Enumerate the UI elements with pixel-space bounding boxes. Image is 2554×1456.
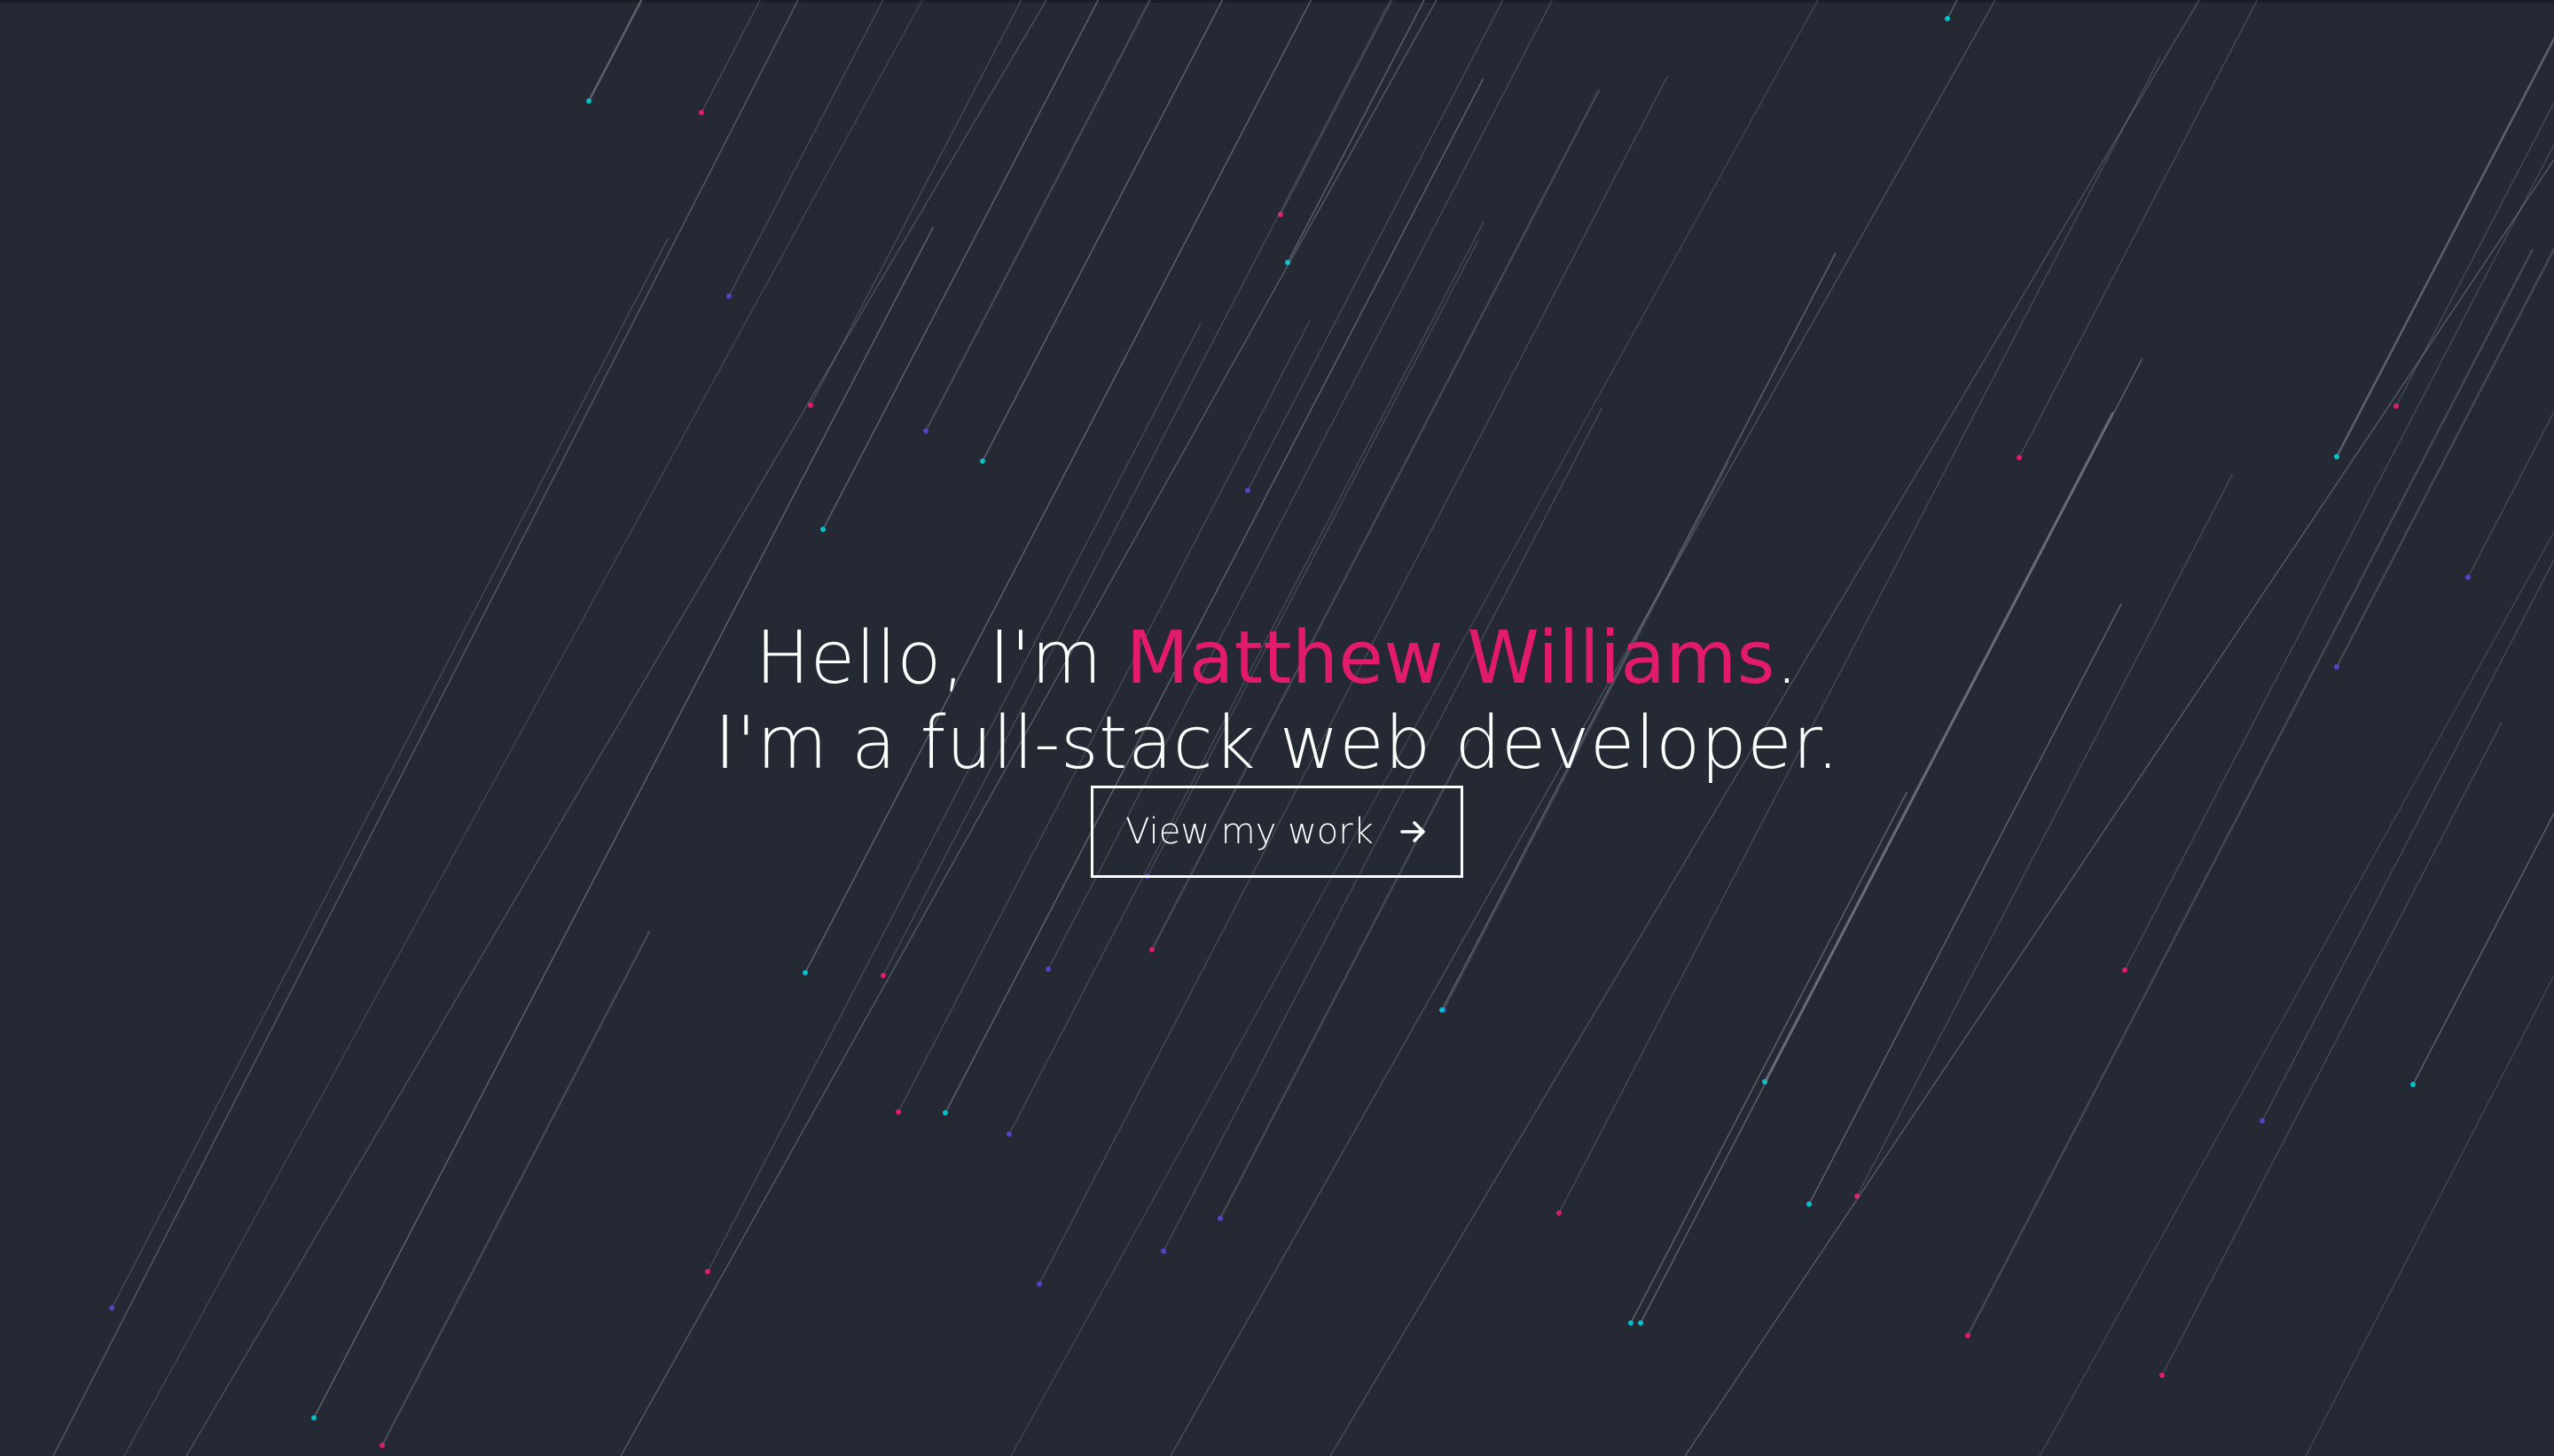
- particle-streak: [1247, 0, 1504, 491]
- particle-dot: [2393, 403, 2399, 409]
- particle-streak: [2467, 410, 2554, 578]
- particle-streak: [2305, 975, 2554, 1456]
- particle-dot: [2410, 1082, 2416, 1087]
- tagline: I'm a full-stack web developer.: [714, 701, 1840, 786]
- particle-streak: [1630, 791, 1908, 1324]
- particle-dot: [2017, 455, 2022, 460]
- particle-dot: [2334, 454, 2339, 459]
- particle-streak: [2335, 36, 2554, 458]
- greeting-prefix: Hello, I'm: [755, 615, 1126, 701]
- particle-streak: [1684, 159, 2554, 1456]
- particle-dot: [820, 527, 826, 532]
- particle-streak: [701, 0, 761, 114]
- particle-streak: [313, 226, 934, 1419]
- particle-dot: [803, 970, 808, 975]
- particle-dot: [943, 1110, 948, 1115]
- particle-dot: [699, 110, 704, 115]
- particle-streak: [1947, 0, 1958, 20]
- particle-streak: [380, 930, 651, 1446]
- particle-streak: [2018, 0, 2259, 458]
- particle-streak: [944, 78, 1484, 1114]
- particle-dot: [1218, 1216, 1223, 1221]
- greeting-line: Hello, I'm Matthew Williams.: [0, 616, 2554, 701]
- particle-dot: [109, 1305, 114, 1311]
- particle-dot: [1037, 1281, 1042, 1287]
- developer-name: Matthew Williams: [1125, 615, 1775, 701]
- particle-dot: [980, 458, 985, 464]
- particle-dot: [2260, 1118, 2265, 1123]
- particle-dot: [1965, 1333, 1970, 1338]
- particle-dot: [726, 294, 732, 299]
- particle-dot: [1628, 1320, 1633, 1326]
- particle-dot: [1806, 1202, 1812, 1207]
- particle-dot: [1638, 1320, 1643, 1326]
- arrow-right-icon: [1398, 817, 1429, 847]
- particle-dot: [586, 98, 591, 104]
- particle-dot: [896, 1109, 901, 1115]
- particle-streak: [2161, 722, 2503, 1376]
- particle-streak: [728, 0, 884, 297]
- particle-streak: [1966, 248, 2534, 1336]
- hero-headline: Hello, I'm Matthew Williams. I'm a full-…: [0, 616, 2554, 787]
- particle-streak: [1280, 0, 1393, 215]
- particle-streak: [2124, 143, 2554, 971]
- hero-section: Hello, I'm Matthew Williams. I'm a full-…: [0, 0, 2554, 1456]
- particle-dot: [1439, 1007, 1445, 1013]
- particle-dot: [1007, 1131, 1012, 1137]
- particle-dot: [705, 1269, 710, 1274]
- particle-streak: [982, 0, 1224, 462]
- particle-dot: [1556, 1210, 1562, 1216]
- particle-streak: [587, 0, 643, 102]
- particle-dot: [1046, 967, 1051, 972]
- particle-dot: [380, 1443, 385, 1448]
- particle-dot: [1149, 947, 1155, 952]
- particle-dot: [311, 1415, 317, 1421]
- view-my-work-label: View my work: [1125, 811, 1374, 852]
- particle-streak: [1287, 0, 1425, 263]
- particle-dot: [2122, 967, 2127, 973]
- particle-dot: [2159, 1373, 2165, 1378]
- particle-dot: [1245, 488, 1250, 493]
- particle-dot: [881, 973, 886, 978]
- particle-dot: [2465, 575, 2471, 580]
- particle-streak: [810, 0, 1022, 406]
- particle-dot: [923, 428, 928, 434]
- particle-streak: [822, 0, 1100, 530]
- particle-streak: [1640, 357, 2143, 1324]
- particle-dot: [1161, 1249, 1166, 1254]
- particle-dot: [1945, 16, 1950, 21]
- particle-streak: [2395, 101, 2554, 407]
- particle-streak: [1856, 474, 2233, 1197]
- greeting-suffix: .: [1774, 615, 1799, 701]
- view-my-work-button[interactable]: View my work: [1091, 786, 1463, 878]
